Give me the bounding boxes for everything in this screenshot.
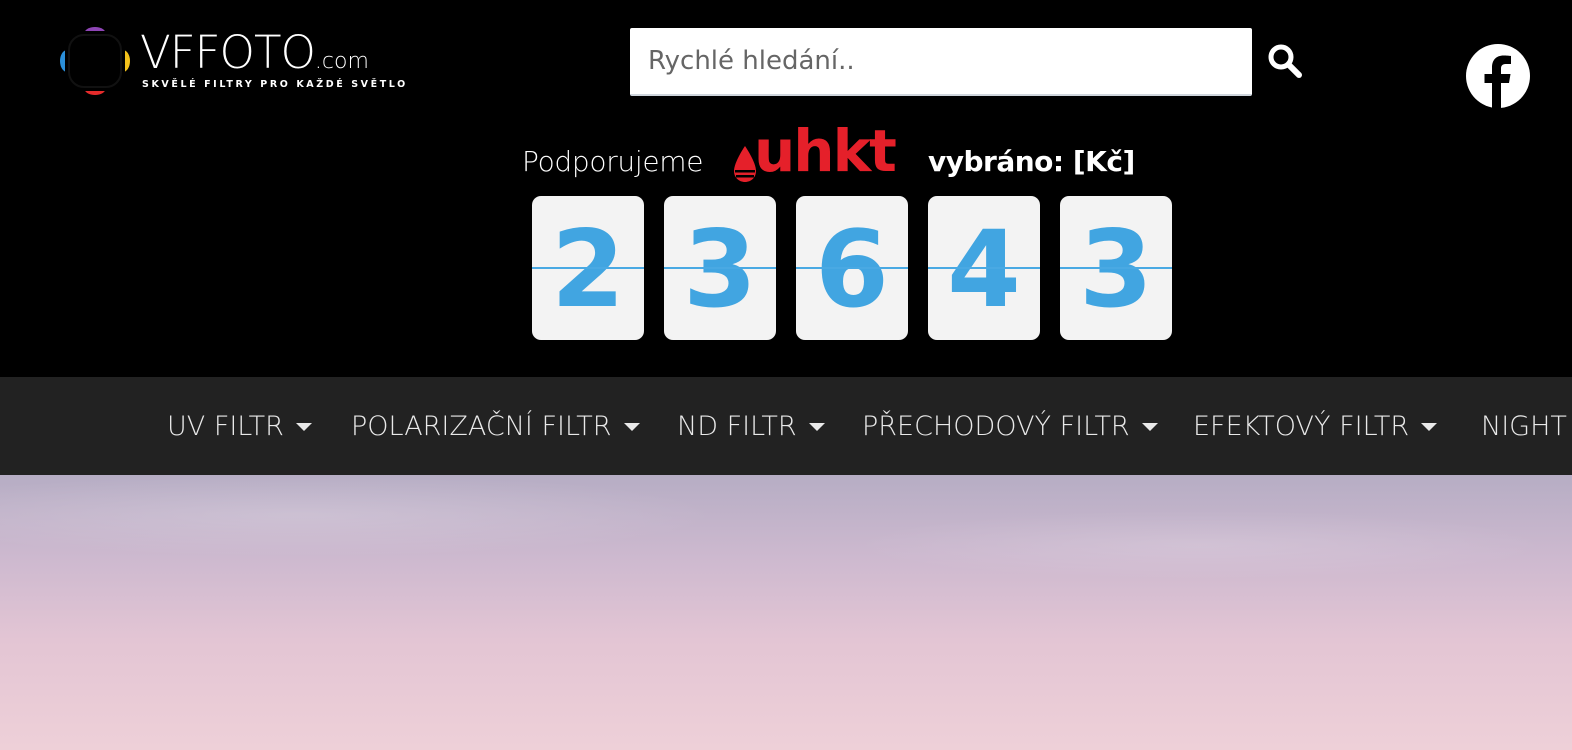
counter-digit-divider [1060,267,1172,269]
counter-digit: 2 [532,196,644,340]
search-input[interactable] [630,28,1252,96]
nav-item-polarizacni-filtr[interactable]: POLARIZAČNÍ FILTR [351,377,640,475]
counter-digit-divider [796,267,908,269]
nav-item-label: EFEKTOVÝ FILTR [1193,410,1410,442]
search-button[interactable] [1264,40,1306,82]
search-icon [1268,44,1302,78]
logo-emblem-icon [60,27,130,95]
site-header: VFFOTO.com SKVĚLÉ FILTRY PRO KAŽDÉ SVĚTL… [0,0,1572,377]
site-logo[interactable]: VFFOTO.com SKVĚLÉ FILTRY PRO KAŽDÉ SVĚTL… [56,22,416,100]
collected-label: vybráno: [Kč] [928,145,1135,178]
main-nav: UV FILTR POLARIZAČNÍ FILTR ND FILTR PŘEC… [0,377,1572,475]
nav-item-nd-filtr[interactable]: ND FILTR [677,377,825,475]
nav-item-label: POLARIZAČNÍ FILTR [351,410,612,442]
nav-item-label: UV FILTR [167,410,284,442]
facebook-link[interactable] [1465,43,1531,109]
nav-item-label: ND FILTR [677,410,797,442]
nav-item-efektovy-filtr[interactable]: EFEKTOVÝ FILTR [1193,377,1438,475]
nav-item-prechodovy-filtr[interactable]: PŘECHODOVÝ FILTR [862,377,1158,475]
logo-dotcom: .com [314,49,369,74]
counter-digit: 3 [664,196,776,340]
caret-down-icon [1141,423,1158,431]
counter-digit-divider [532,267,644,269]
caret-down-icon [623,423,640,431]
nav-item-uv-filtr[interactable]: UV FILTR [167,377,312,475]
hero-image [0,475,1572,750]
nav-item-night[interactable]: NIGHT [1481,377,1567,475]
caret-down-icon [1421,423,1438,431]
logo-tagline: SKVĚLÉ FILTRY PRO KAŽDÉ SVĚTLO [142,79,408,90]
counter-digit: 4 [928,196,1040,340]
facebook-icon [1466,44,1530,109]
uhkt-logo[interactable]: uhkt [732,122,902,194]
nav-item-label: NIGHT [1481,410,1567,442]
caret-down-icon [808,423,825,431]
counter-digit-divider [664,267,776,269]
support-label: Podporujeme [522,145,704,178]
nav-item-label: PŘECHODOVÝ FILTR [862,410,1130,442]
uhkt-wordmark: uhkt [754,117,897,185]
caret-down-icon [295,423,312,431]
counter-digit-divider [928,267,1040,269]
counter-digit: 6 [796,196,908,340]
logo-wordmark: VFFOTO.com [140,26,369,79]
counter-digit: 3 [1060,196,1172,340]
